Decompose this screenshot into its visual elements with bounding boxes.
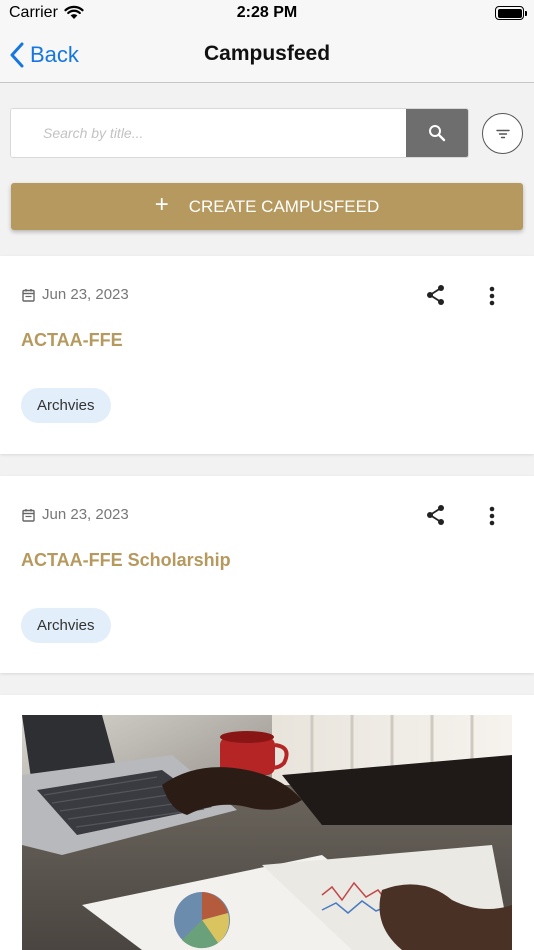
navigation-bar: Back Campusfeed: [0, 28, 534, 83]
back-label: Back: [30, 42, 79, 67]
create-campusfeed-button[interactable]: + CREATE CAMPUSFEED: [11, 183, 523, 230]
chevron-left-icon: [10, 42, 24, 68]
back-button[interactable]: Back: [10, 40, 79, 70]
search-icon: [429, 125, 446, 142]
status-bar: Carrier 2:28 PM: [0, 0, 534, 28]
feed-card[interactable]: Jun 23, 2023 ACTAA-FFE Archvies: [0, 256, 534, 454]
card-date: Jun 23, 2023: [42, 286, 129, 303]
share-icon: [427, 505, 444, 525]
laptop-desk-photo: [22, 715, 512, 950]
filter-button[interactable]: [482, 113, 523, 154]
card-image[interactable]: [22, 715, 512, 950]
search-button[interactable]: [406, 109, 468, 157]
card-date-row: Jun 23, 2023: [22, 286, 129, 303]
create-campusfeed-label: CREATE CAMPUSFEED: [188, 196, 380, 216]
share-icon: [427, 285, 444, 305]
card-title[interactable]: ACTAA-FFE Scholarship: [21, 550, 231, 571]
search-bar: [10, 108, 469, 158]
battery-icon: [495, 6, 527, 20]
more-vertical-icon: [489, 286, 495, 306]
feed-card[interactable]: [0, 695, 534, 950]
category-tag[interactable]: Archvies: [21, 388, 111, 423]
search-input[interactable]: [11, 109, 407, 157]
filter-icon: [495, 129, 510, 138]
more-vertical-icon: [489, 506, 495, 526]
calendar-icon: [22, 508, 35, 522]
clock-time: 2:28 PM: [236, 4, 298, 21]
card-title[interactable]: ACTAA-FFE: [21, 330, 123, 351]
page-title: Campusfeed: [203, 42, 331, 65]
share-button[interactable]: [424, 283, 448, 307]
category-tag[interactable]: Archvies: [21, 608, 111, 643]
card-date-row: Jun 23, 2023: [22, 506, 129, 523]
more-options-button[interactable]: [482, 504, 502, 528]
plus-icon: +: [154, 190, 169, 218]
more-options-button[interactable]: [482, 284, 502, 308]
share-button[interactable]: [424, 503, 448, 527]
calendar-icon: [22, 288, 35, 302]
feed-card[interactable]: Jun 23, 2023 ACTAA-FFE Scholarship Archv…: [0, 476, 534, 673]
card-date: Jun 23, 2023: [42, 506, 129, 523]
